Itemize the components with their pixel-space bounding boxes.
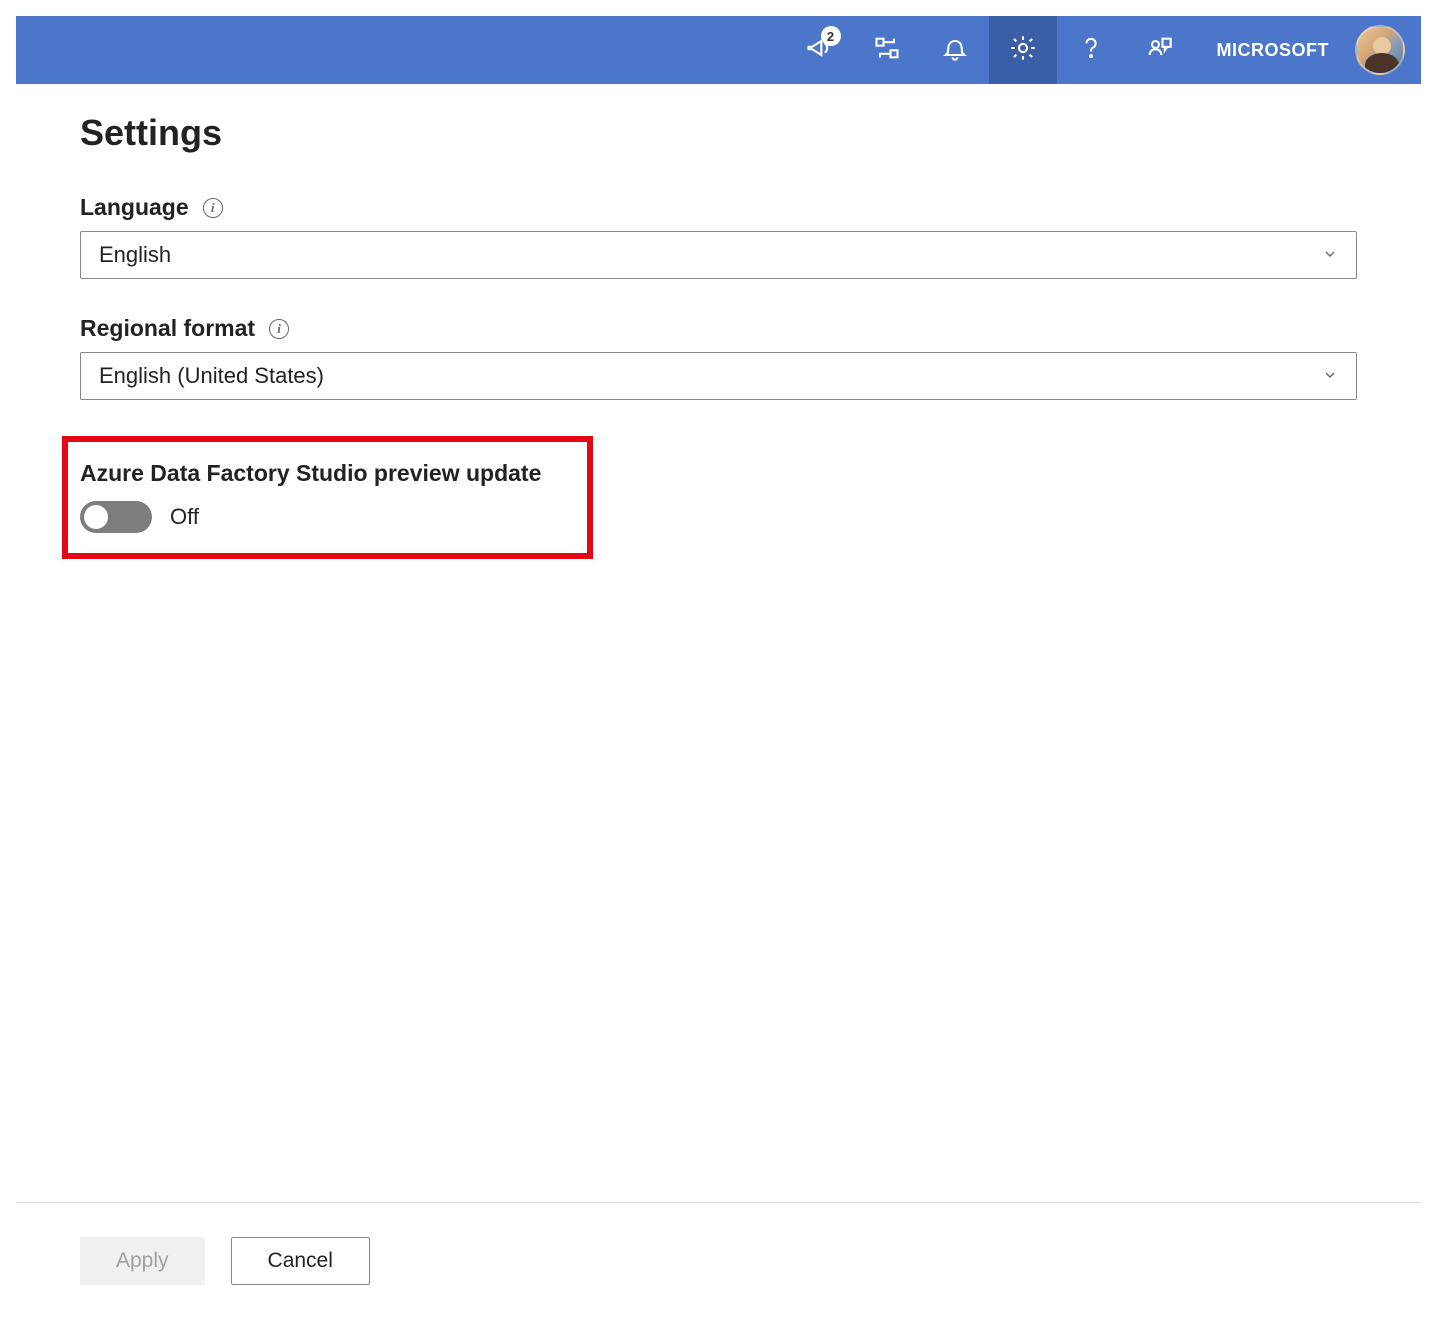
- regional-label: Regional format: [80, 315, 255, 342]
- chevron-down-icon: [1322, 242, 1338, 268]
- settings-panel: Settings Language i English Regional for…: [16, 84, 1421, 1202]
- language-label: Language: [80, 194, 189, 221]
- page-title: Settings: [80, 112, 1357, 154]
- help-button[interactable]: [1057, 16, 1125, 84]
- chevron-down-icon: [1322, 363, 1338, 389]
- language-value: English: [99, 242, 171, 268]
- language-label-row: Language i: [80, 194, 1357, 221]
- notifications-button[interactable]: [921, 16, 989, 84]
- regional-label-row: Regional format i: [80, 315, 1357, 342]
- preview-toggle[interactable]: [80, 501, 152, 533]
- preview-update-label: Azure Data Factory Studio preview update: [80, 460, 541, 487]
- info-icon[interactable]: i: [203, 198, 223, 218]
- language-select[interactable]: English: [80, 231, 1357, 279]
- feedback-icon: [1145, 34, 1173, 67]
- settings-button[interactable]: [989, 16, 1057, 84]
- switch-factory-button[interactable]: [853, 16, 921, 84]
- bell-icon: [941, 34, 969, 67]
- app-header: 2: [16, 16, 1421, 84]
- announcements-button[interactable]: 2: [785, 16, 853, 84]
- preview-toggle-row: Off: [80, 501, 541, 533]
- pipeline-icon: [873, 34, 901, 67]
- tenant-label: MICROSOFT: [1193, 40, 1348, 61]
- toggle-knob: [84, 505, 108, 529]
- cancel-button[interactable]: Cancel: [231, 1237, 370, 1285]
- footer-actions: Apply Cancel: [16, 1202, 1421, 1319]
- apply-button[interactable]: Apply: [80, 1237, 205, 1285]
- gear-icon: [1009, 34, 1037, 67]
- user-avatar[interactable]: [1355, 25, 1405, 75]
- regional-select[interactable]: English (United States): [80, 352, 1357, 400]
- preview-toggle-state: Off: [170, 504, 199, 530]
- feedback-button[interactable]: [1125, 16, 1193, 84]
- preview-highlight: Azure Data Factory Studio preview update…: [62, 436, 593, 559]
- announcements-badge: 2: [821, 26, 841, 46]
- help-icon: [1077, 34, 1105, 67]
- info-icon[interactable]: i: [269, 319, 289, 339]
- regional-value: English (United States): [99, 363, 324, 389]
